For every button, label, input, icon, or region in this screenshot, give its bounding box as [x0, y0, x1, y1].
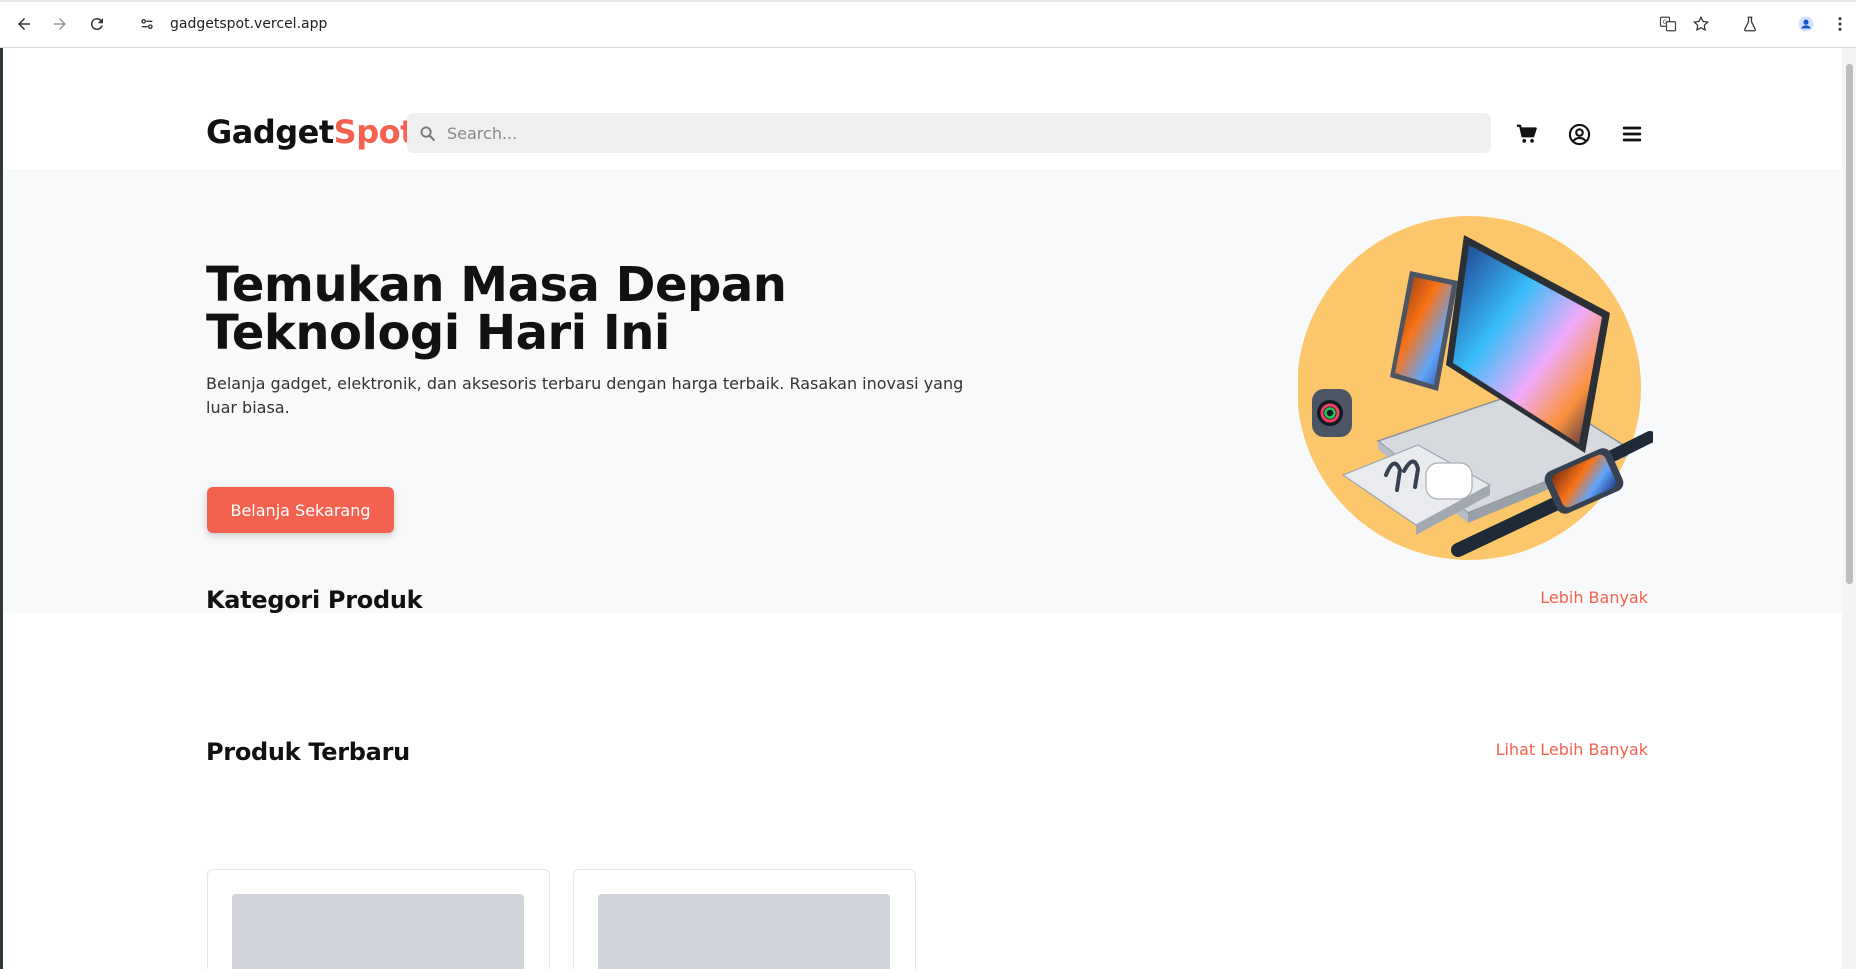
- address-bar[interactable]: gadgetspot.vercel.app: [126, 8, 1720, 40]
- hero-section: Temukan Masa Depan Teknologi Hari Ini Be…: [3, 169, 1842, 613]
- product-card[interactable]: [573, 869, 916, 969]
- reload-icon[interactable]: [85, 12, 109, 36]
- url-text[interactable]: gadgetspot.vercel.app: [170, 16, 327, 32]
- user-account-icon[interactable]: [1566, 121, 1592, 147]
- latest-products-title: Produk Terbaru: [206, 738, 410, 766]
- scrollbar-thumb[interactable]: [1846, 64, 1853, 584]
- hamburger-menu-icon[interactable]: [1619, 121, 1645, 147]
- hero-title-line1: Temukan Masa Depan: [206, 257, 787, 313]
- browser-toolbar: gadgetspot.vercel.app G: [0, 0, 1856, 48]
- page: GadgetSpot Temukan Masa Depan Teknologi …: [3, 49, 1842, 969]
- cart-icon[interactable]: [1514, 121, 1540, 147]
- logo[interactable]: GadgetSpot: [206, 113, 415, 151]
- more-menu-icon[interactable]: [1830, 12, 1850, 36]
- translate-icon[interactable]: G: [1656, 12, 1680, 36]
- logo-gadget: Gadget: [206, 113, 334, 151]
- hero-title-line2: Teknologi Hari Ini: [206, 305, 670, 361]
- site-header: GadgetSpot: [3, 49, 1842, 169]
- svg-text:G: G: [1663, 19, 1668, 26]
- search-icon: [419, 124, 437, 142]
- latest-products-more-link[interactable]: Lihat Lebih Banyak: [1496, 740, 1648, 759]
- categories-title: Kategori Produk: [206, 586, 423, 614]
- search-bar[interactable]: [407, 113, 1491, 153]
- profile-avatar-icon[interactable]: [1794, 12, 1818, 36]
- labs-flask-icon[interactable]: [1738, 12, 1762, 36]
- hero-title: Temukan Masa Depan Teknologi Hari Ini: [206, 261, 926, 357]
- site-settings-icon[interactable]: [138, 15, 156, 33]
- product-card[interactable]: [207, 869, 550, 969]
- product-image-placeholder: [232, 894, 524, 969]
- bookmark-star-icon[interactable]: [1689, 12, 1713, 36]
- forward-icon[interactable]: [48, 12, 72, 36]
- logo-spot: Spot: [333, 113, 416, 151]
- tab-strip-edge: [0, 0, 1856, 2]
- shop-now-button[interactable]: Belanja Sekarang: [207, 487, 394, 533]
- categories-more-link[interactable]: Lebih Banyak: [1540, 588, 1648, 607]
- back-icon[interactable]: [12, 12, 36, 36]
- product-image-placeholder: [598, 894, 890, 969]
- search-input[interactable]: [447, 123, 1447, 143]
- hero-subtitle: Belanja gadget, elektronik, dan aksesori…: [206, 374, 964, 417]
- hero-gadgets-image: [1298, 216, 1653, 560]
